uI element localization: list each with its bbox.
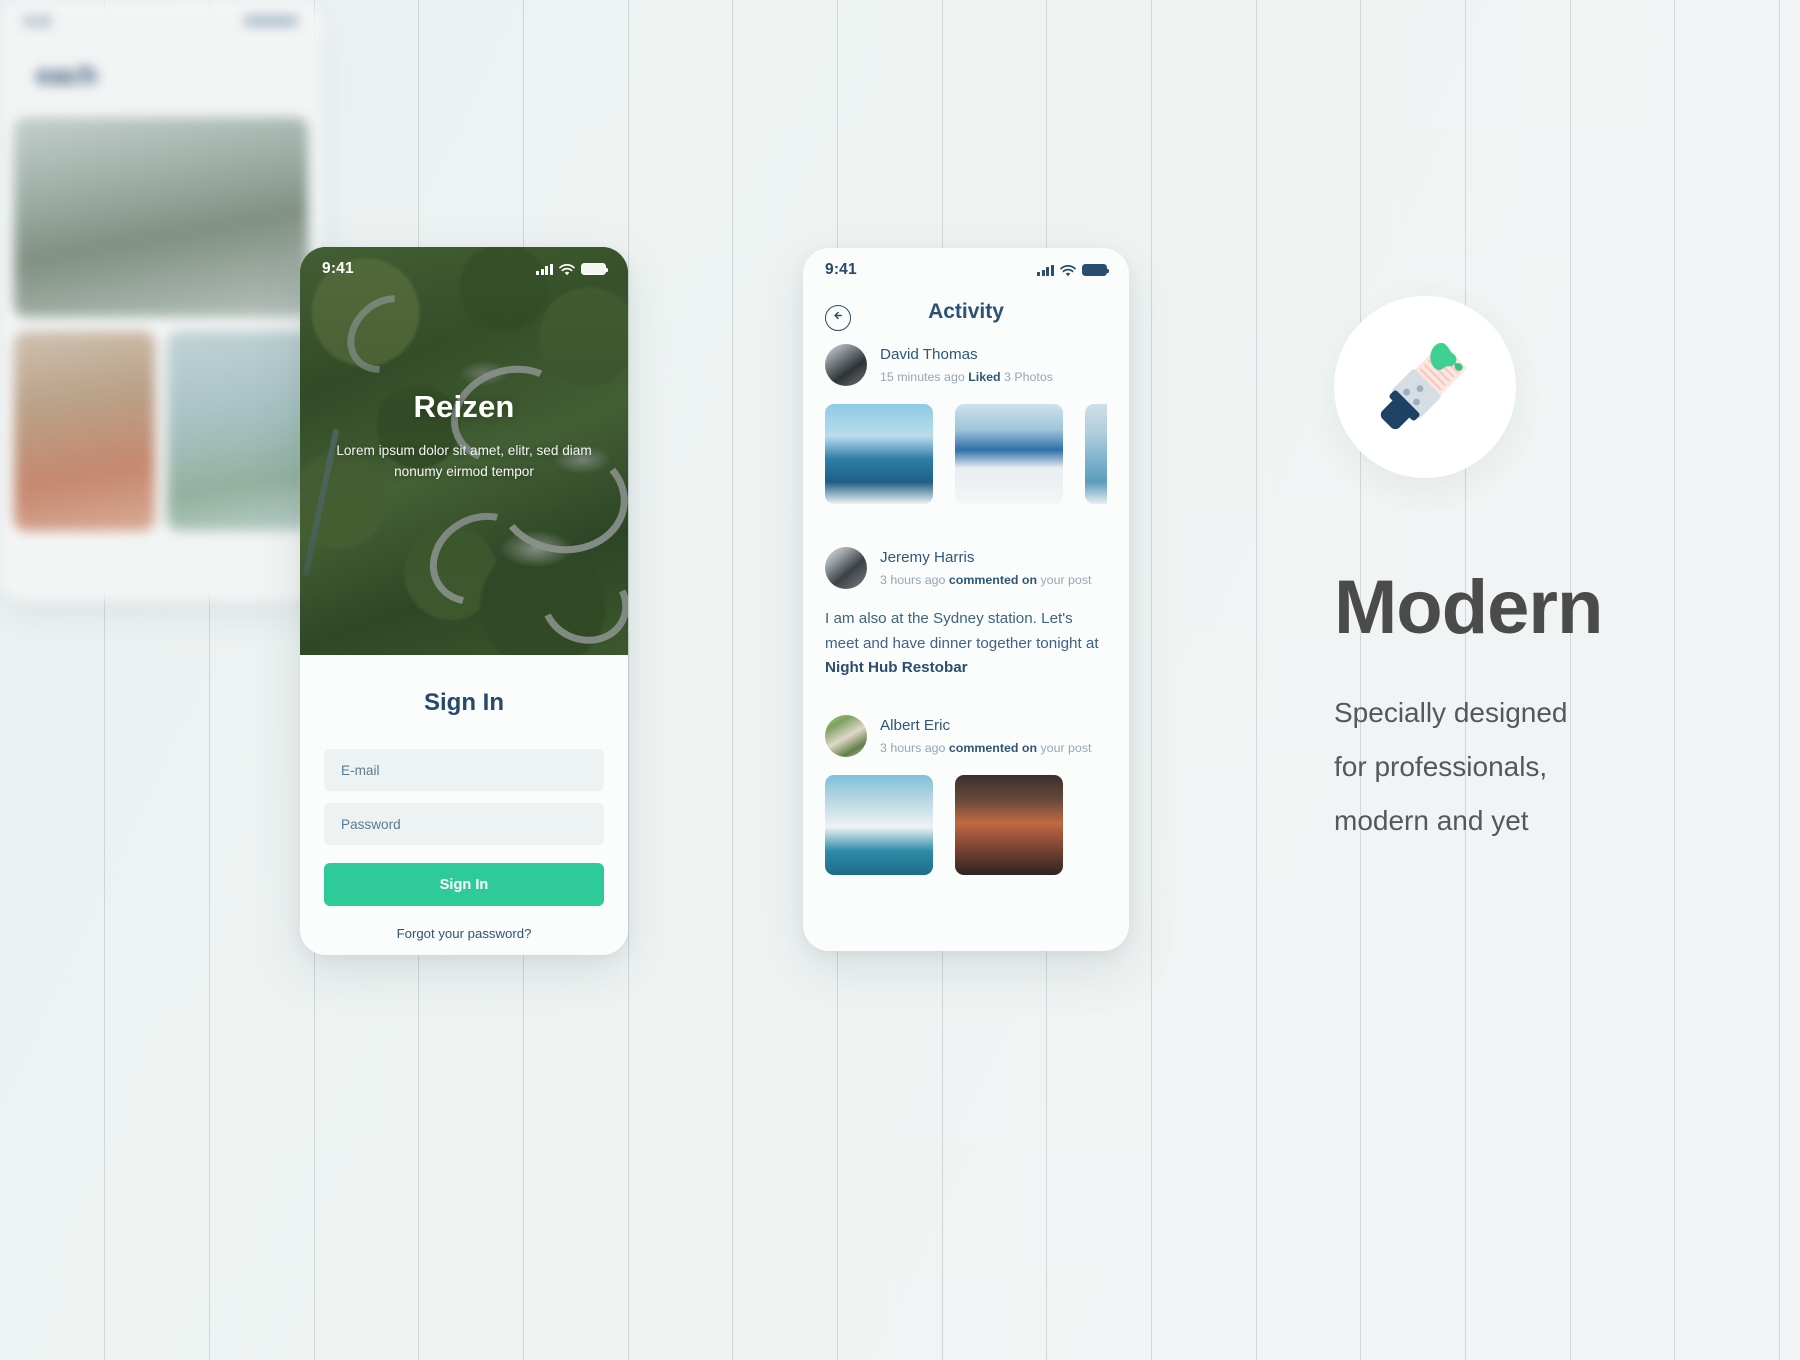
blurred-photo-right — [167, 331, 308, 531]
avatar — [825, 547, 867, 589]
signin-form-panel: Sign In Sign In Forgot your password? — [300, 655, 628, 955]
status-time: 9:41 — [322, 260, 354, 277]
guide-line — [1256, 0, 1257, 1360]
activity-object: your post — [1040, 572, 1092, 587]
activity-meta: 3 hours ago commented on your post — [880, 740, 1091, 756]
avatar — [825, 714, 867, 757]
app-tagline: Lorem ipsum dolor sit amet, elitr, sed d… — [336, 443, 592, 480]
activity-user-row[interactable]: Albert Eric 3 hours ago commented on you… — [825, 709, 1107, 757]
comment-text-plain: I am also at the Sydney station. Let's m… — [825, 610, 1099, 652]
forgot-password-link[interactable]: Forgot your password? — [324, 926, 604, 941]
photo-street-night-thumbnail[interactable] — [955, 774, 1063, 875]
avatar — [825, 344, 867, 386]
promo-description-line: modern and yet — [1334, 804, 1529, 836]
signin-status-bar: 9:41 — [300, 247, 628, 291]
password-input[interactable] — [324, 803, 604, 845]
battery-icon — [581, 263, 608, 275]
promo-description: Specially designed for professionals, mode… — [1334, 686, 1800, 847]
activity-item-jeremy[interactable]: Jeremy Harris 3 hours ago commented on y… — [803, 541, 1129, 681]
promo-description-line: Specially designed — [1334, 697, 1568, 728]
activity-item-david[interactable]: David Thomas 15 minutes ago Liked 3 Phot… — [803, 338, 1129, 504]
promo-description-line: for professionals, — [1334, 750, 1548, 782]
guide-line — [732, 0, 733, 1360]
page-title: Activity — [928, 300, 1004, 323]
status-icon-group — [1037, 264, 1109, 277]
signin-phone-mockup: 9:41 Reizen Lorem ipsum dolor sit amet, … — [300, 247, 628, 955]
status-time: 9:41 — [825, 261, 857, 278]
user-name: Albert Eric — [880, 716, 951, 734]
photo-sailboat-jump-thumbnail[interactable] — [825, 404, 933, 504]
activity-status-bar: 9:41 — [803, 248, 1129, 292]
activity-time: 3 hours ago — [880, 572, 946, 587]
comment-highlight-venue: Night Hub Restobar — [825, 659, 968, 677]
blurred-photo-large — [14, 117, 308, 317]
signal-bars-icon — [536, 263, 553, 275]
wifi-icon — [1060, 264, 1076, 277]
battery-icon — [1082, 264, 1109, 276]
signal-bars-icon — [1037, 264, 1054, 276]
signin-submit-button[interactable]: Sign In — [324, 863, 604, 906]
status-icon-group — [536, 263, 608, 276]
email-input[interactable] — [324, 749, 604, 791]
activity-comment-body: I am also at the Sydney station. Let's m… — [825, 607, 1107, 681]
paint-brush-icon — [1369, 329, 1481, 446]
guide-line — [1151, 0, 1152, 1360]
activity-object: 3 Photos — [1004, 369, 1053, 384]
blurred-status-bar: 9:41 — [0, 0, 322, 42]
circle-arrow-left-icon — [832, 309, 845, 327]
blurred-status-icons — [244, 16, 298, 26]
guide-line — [628, 0, 629, 1360]
photo-santorini-domes-thumbnail[interactable] — [955, 404, 1063, 504]
promo-badge-circle — [1334, 296, 1516, 478]
back-button[interactable] — [825, 305, 851, 331]
hero-text-block: Reizen Lorem ipsum dolor sit amet, elitr… — [300, 389, 628, 482]
promo-title: Modern — [1334, 565, 1603, 650]
activity-time: 3 hours ago — [880, 740, 946, 755]
blurred-screen-title: each — [36, 60, 98, 90]
photo-sydney-opera-house-thumbnail[interactable] — [825, 774, 933, 875]
activity-thumbnail-row[interactable] — [825, 404, 1107, 504]
activity-action: commented on — [948, 740, 1038, 755]
background-phone-mockup-blurred: 9:41 each — [0, 0, 322, 600]
activity-user-row[interactable]: Jeremy Harris 3 hours ago commented on y… — [825, 541, 1107, 589]
activity-thumbnail-row[interactable] — [825, 774, 1107, 875]
activity-user-row[interactable]: David Thomas 15 minutes ago Liked 3 Phot… — [825, 338, 1107, 386]
blurred-status-time: 9:41 — [24, 13, 53, 29]
blurred-photo-row — [14, 331, 308, 531]
activity-user-text: Albert Eric 3 hours ago commented on you… — [880, 716, 1091, 756]
activity-phone-mockup: 9:41 Activity David Thomas 15 minutes ag… — [803, 248, 1129, 951]
wifi-icon — [559, 263, 575, 276]
activity-action: commented on — [948, 572, 1038, 587]
activity-item-albert[interactable]: Albert Eric 3 hours ago commented on you… — [803, 709, 1129, 875]
signin-heading: Sign In — [424, 689, 504, 716]
app-title: Reizen — [413, 389, 515, 424]
blurred-photo-left — [14, 331, 155, 531]
activity-time: 15 minutes ago — [880, 369, 965, 384]
activity-user-text: Jeremy Harris 3 hours ago commented on y… — [880, 548, 1091, 588]
signin-hero-image: Reizen Lorem ipsum dolor sit amet, elitr… — [300, 247, 628, 655]
activity-meta: 15 minutes ago Liked 3 Photos — [880, 369, 1053, 385]
photo-catamaran-thumbnail[interactable] — [1085, 404, 1107, 504]
activity-object: your post — [1040, 740, 1092, 755]
activity-user-text: David Thomas 15 minutes ago Liked 3 Phot… — [880, 345, 1053, 385]
user-name: Jeremy Harris — [880, 548, 975, 566]
activity-action: Liked — [968, 369, 1001, 384]
activity-meta: 3 hours ago commented on your post — [880, 572, 1091, 588]
promo-panel: Modern Specially designed for professiona… — [1334, 296, 1800, 847]
user-name: David Thomas — [880, 345, 978, 363]
